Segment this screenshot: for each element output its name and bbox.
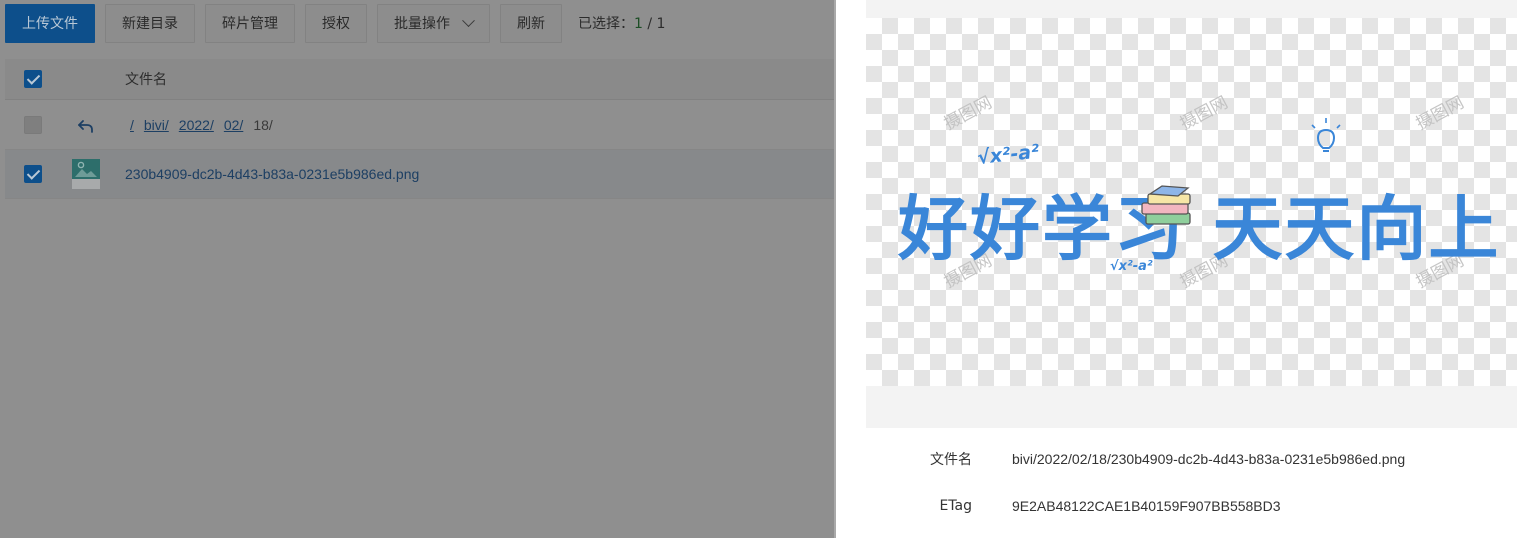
- batch-operation-label: 批量操作: [394, 16, 450, 32]
- preview-artwork: 摄图网 摄图网 摄图网 摄图网 摄图网 摄图网 √x²-a² √x²-a² 好好…: [897, 93, 1500, 293]
- artwork-title: 好好学习 天天向上: [897, 188, 1500, 270]
- detail-filename-row: 文件名 bivi/2022/02/18/230b4909-dc2b-4d43-b…: [866, 449, 1517, 469]
- fragment-management-button[interactable]: 碎片管理: [205, 3, 295, 43]
- breadcrumb-current: 18/: [253, 117, 273, 133]
- refresh-button[interactable]: 刷新: [500, 3, 562, 43]
- selection-label: 已选择：: [578, 16, 634, 32]
- formula-text: √x²-a²: [976, 141, 1041, 169]
- back-arrow-icon[interactable]: [75, 115, 97, 137]
- breadcrumb-root[interactable]: /: [130, 117, 134, 133]
- selected-number: 1: [634, 16, 643, 32]
- row-checkbox[interactable]: [24, 165, 42, 183]
- breadcrumb: / bivi/ 2022/ 02/ 18/: [130, 101, 273, 149]
- authorize-button[interactable]: 授权: [305, 3, 367, 43]
- column-header-filename: 文件名: [125, 72, 167, 88]
- file-detail-drawer: 摄图网 摄图网 摄图网 摄图网 摄图网 摄图网 √x²-a² √x²-a² 好好…: [836, 0, 1517, 538]
- watermark-text: 摄图网: [1177, 93, 1231, 135]
- detail-etag-label: ETag: [939, 498, 972, 514]
- watermark-text: 摄图网: [1413, 93, 1467, 135]
- total-number: 1: [656, 16, 666, 32]
- detail-filename-label: 文件名: [930, 452, 972, 468]
- selection-separator: /: [642, 16, 657, 32]
- image-preview: 摄图网 摄图网 摄图网 摄图网 摄图网 摄图网 √x²-a² √x²-a² 好好…: [866, 0, 1517, 428]
- breadcrumb-2022[interactable]: 2022/: [179, 117, 214, 133]
- toolbar: 上传文件 新建目录 碎片管理 授权 批量操作 刷新 已选择：1 / 1: [5, 3, 665, 43]
- upload-button[interactable]: 上传文件: [5, 3, 95, 43]
- detail-etag-value: 9E2AB48122CAE1B40159F907BB558BD3: [1012, 498, 1281, 514]
- table-row[interactable]: 230b4909-dc2b-4d43-b83a-0231e5b986ed.png: [5, 150, 835, 199]
- table-header: 文件名: [5, 59, 835, 100]
- watermark-text: 摄图网: [941, 93, 995, 135]
- breadcrumb-bivi[interactable]: bivi/: [144, 117, 169, 133]
- detail-etag-row: ETag 9E2AB48122CAE1B40159F907BB558BD3: [866, 498, 1517, 514]
- batch-operation-dropdown[interactable]: 批量操作: [377, 3, 490, 43]
- transparency-background: 摄图网 摄图网 摄图网 摄图网 摄图网 摄图网 √x²-a² √x²-a² 好好…: [866, 18, 1517, 386]
- breadcrumb-row-checkbox: [24, 116, 42, 134]
- breadcrumb-row: / bivi/ 2022/ 02/ 18/: [5, 101, 835, 150]
- detail-filename-value: bivi/2022/02/18/230b4909-dc2b-4d43-b83a-…: [1012, 451, 1406, 467]
- file-name-link[interactable]: 230b4909-dc2b-4d43-b83a-0231e5b986ed.png: [125, 150, 419, 198]
- new-directory-button[interactable]: 新建目录: [105, 3, 195, 43]
- file-list-pane: 上传文件 新建目录 碎片管理 授权 批量操作 刷新 已选择：1 / 1 文件名 …: [0, 0, 835, 538]
- chevron-down-icon: [462, 13, 475, 27]
- selection-count: 已选择：1 / 1: [578, 13, 665, 33]
- lightbulb-icon: [1311, 118, 1341, 152]
- breadcrumb-02[interactable]: 02/: [224, 117, 243, 133]
- image-file-icon: [72, 159, 100, 189]
- select-all-checkbox[interactable]: [24, 70, 42, 88]
